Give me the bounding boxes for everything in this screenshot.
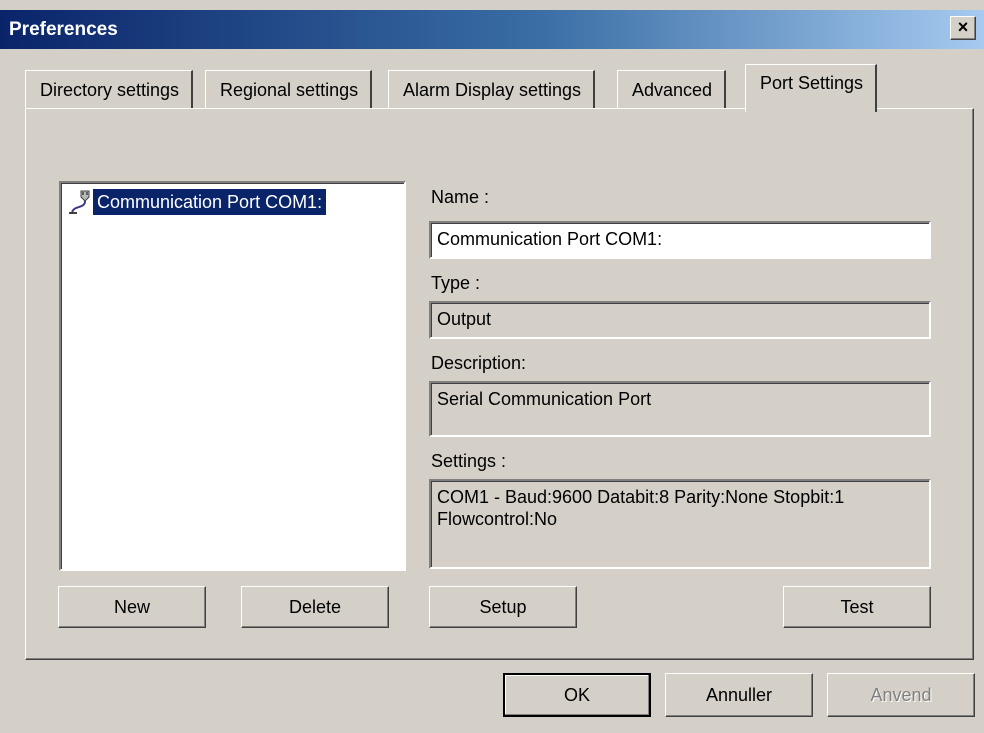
tab-label: Port Settings (760, 73, 864, 93)
type-field: Output (429, 301, 931, 339)
port-settings-panel: Communication Port COM1: Name : Communic… (25, 108, 974, 660)
description-label: Description: (431, 353, 527, 373)
title-bar[interactable]: Preferences × (0, 10, 984, 49)
new-button[interactable]: New (58, 586, 206, 628)
tab-label: Advanced (632, 80, 713, 100)
preferences-dialog: Preferences × Directory settings Regiona… (0, 0, 984, 733)
settings-line-1: COM1 - Baud:9600 Databit:8 Parity:None S… (437, 487, 845, 507)
window-title: Preferences (9, 19, 118, 40)
settings-field: COM1 - Baud:9600 Databit:8 Parity:None S… (429, 479, 931, 569)
ok-button[interactable]: OK (503, 673, 651, 717)
name-field[interactable]: Communication Port COM1: (429, 221, 931, 259)
settings-label: Settings : (431, 451, 507, 471)
setup-button[interactable]: Setup (429, 586, 577, 628)
type-label: Type : (431, 273, 481, 293)
port-list[interactable]: Communication Port COM1: (59, 181, 406, 571)
serial-port-icon (67, 189, 93, 215)
delete-button[interactable]: Delete (241, 586, 389, 628)
tab-label: Alarm Display settings (403, 80, 582, 100)
tab-port-settings[interactable]: Port Settings (745, 64, 878, 112)
settings-line-2: Flowcontrol:No (437, 509, 558, 529)
test-button[interactable]: Test (783, 586, 931, 628)
description-value: Serial Communication Port (437, 389, 652, 409)
close-button[interactable]: × (950, 16, 976, 40)
tab-alarm-display-settings[interactable]: Alarm Display settings (388, 70, 596, 108)
tab-label: Directory settings (40, 80, 180, 100)
list-item-label: Communication Port COM1: (93, 189, 327, 215)
tab-label: Regional settings (220, 80, 359, 100)
description-field: Serial Communication Port (429, 381, 931, 437)
name-value: Communication Port COM1: (437, 229, 663, 249)
cancel-button[interactable]: Annuller (665, 673, 813, 717)
list-item[interactable]: Communication Port COM1: (67, 189, 327, 215)
tab-regional-settings[interactable]: Regional settings (205, 70, 373, 108)
apply-button[interactable]: Anvend (827, 673, 975, 717)
type-value: Output (437, 309, 492, 329)
name-label: Name : (431, 187, 490, 207)
close-icon: × (957, 17, 969, 37)
tab-advanced[interactable]: Advanced (617, 70, 727, 108)
tab-directory-settings[interactable]: Directory settings (25, 70, 194, 108)
